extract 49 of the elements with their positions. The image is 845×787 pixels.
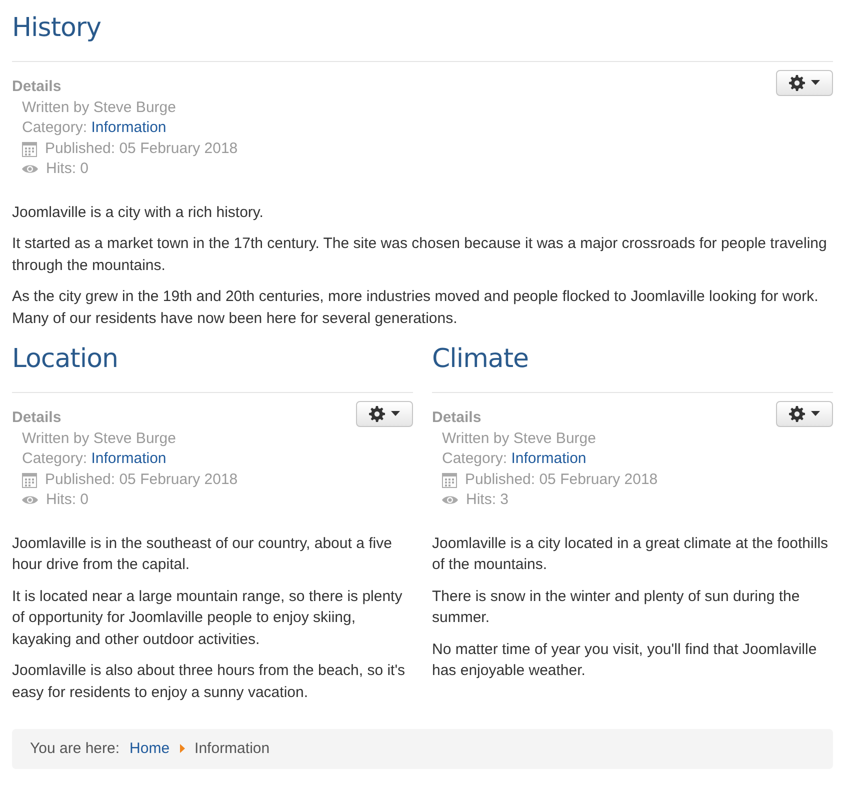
- paragraph: As the city grew in the 19th and 20th centuries, more industries moved and people flocked to Joomlaville looking for work. Many of our residents have now been here for several generations.: [12, 287, 820, 329]
- category-link[interactable]: Information: [91, 449, 166, 470]
- calendar-icon: [22, 140, 37, 157]
- details-label: Details: [12, 76, 62, 97]
- gear-icon: [789, 406, 805, 422]
- author-text: Written by Steve Burge: [21, 428, 177, 449]
- paragraph: It started as a market town in the 17th century. The site was chosen because it was a major crossroads for people traveling through the mountains.: [12, 234, 828, 276]
- author-text: Written by Steve Burge: [441, 428, 597, 449]
- paragraph: Joomlaville is a city located in a great climate at the foothills of the mountains.: [432, 534, 830, 576]
- calendar-icon: [22, 472, 37, 488]
- category-link[interactable]: Information: [511, 449, 586, 470]
- caret-icon: [811, 411, 820, 416]
- hits-count: Hits: 0: [46, 490, 89, 510]
- eye-icon: [22, 164, 38, 174]
- paragraph: It is located near a large mountain range, so there is plenty of opportunity for Joomlaville people to enjoy skiing, kayaking and other outdoor activities.: [12, 586, 404, 650]
- author-text: Written by Steve Burge: [21, 98, 177, 118]
- chevron-icon: [180, 744, 185, 754]
- category-link[interactable]: Information: [91, 118, 166, 139]
- category-label: Category:: [22, 118, 88, 138]
- published-date: Published: 05 February 2018: [45, 138, 238, 159]
- gear-icon: [789, 74, 805, 91]
- settings-button[interactable]: [776, 70, 833, 96]
- settings-button[interactable]: [356, 400, 413, 427]
- eye-icon: [442, 495, 458, 506]
- article-title: Climate: [432, 343, 530, 376]
- article-title: History: [12, 12, 102, 45]
- paragraph: No matter time of year you visit, you'll find that Joomlaville has enjoyable weather.: [432, 640, 818, 682]
- article-title: Location: [12, 343, 119, 376]
- hits-count: Hits: 0: [46, 159, 89, 180]
- eye-icon: [22, 495, 38, 506]
- breadcrumb-label: You are here:: [30, 739, 120, 760]
- settings-button[interactable]: [776, 400, 833, 427]
- breadcrumb-current: Information: [194, 739, 270, 760]
- category-label: Category:: [442, 449, 508, 470]
- calendar-icon: [442, 472, 457, 488]
- paragraph: Joomlaville is also about three hours from the beach, so it's easy for residents to enjoy a sunny vacation.: [12, 661, 406, 703]
- published-date: Published: 05 February 2018: [465, 470, 658, 490]
- caret-icon: [811, 80, 820, 86]
- paragraph: Joomlaville is in the southeast of our country, about a five hour drive from the capital.: [12, 534, 393, 576]
- caret-icon: [391, 411, 400, 416]
- published-date: Published: 05 February 2018: [45, 470, 238, 490]
- paragraph: Joomlaville is a city with a rich history.: [12, 202, 264, 223]
- details-label: Details: [12, 408, 62, 428]
- gear-icon: [369, 406, 385, 422]
- category-label: Category:: [22, 449, 88, 470]
- breadcrumb-link[interactable]: Home: [130, 738, 170, 760]
- hits-count: Hits: 3: [466, 490, 509, 510]
- paragraph: There is snow in the winter and plenty of sun during the summer.: [432, 586, 801, 628]
- details-label: Details: [432, 408, 482, 428]
